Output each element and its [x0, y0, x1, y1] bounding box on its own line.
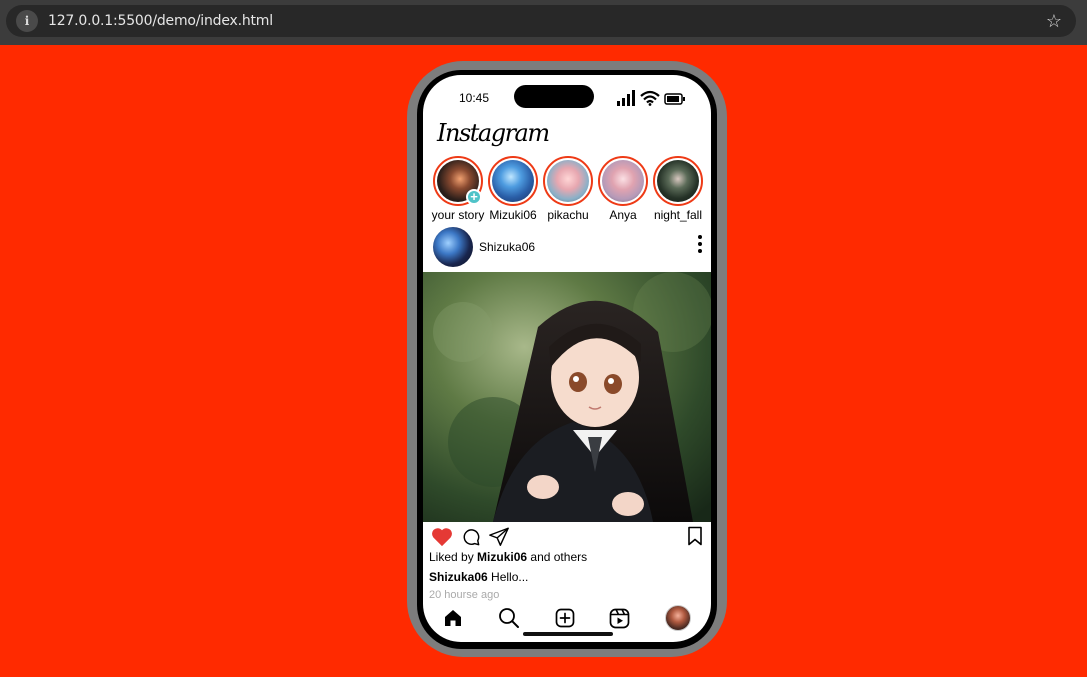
reels-icon[interactable] — [609, 608, 630, 629]
battery-icon — [664, 93, 685, 105]
likes-text: Liked by Mizuki06 and others — [429, 550, 587, 564]
status-time: 10:45 — [459, 91, 490, 105]
likes-prefix: Liked by — [429, 550, 474, 564]
story-your-story[interactable]: + your story — [431, 156, 485, 222]
likes-suffix: and others — [530, 550, 588, 564]
add-story-icon[interactable]: + — [466, 189, 482, 205]
liked-by-user[interactable]: Mizuki06 — [477, 550, 527, 564]
stories-row: + your story Mizuki06 pikachu Anya night… — [431, 156, 705, 222]
bookmark-icon[interactable] — [687, 526, 703, 546]
url-text[interactable]: 127.0.0.1:5500/demo/index.html — [48, 13, 273, 29]
share-send-icon[interactable] — [488, 526, 510, 547]
story-ring — [598, 156, 648, 206]
story-label: night_fall — [653, 208, 703, 222]
post-header: Shizuka06 — [433, 227, 703, 267]
post-time-ago: 20 hourse ago — [429, 589, 500, 601]
story-pikachu[interactable]: pikachu — [541, 156, 595, 222]
story-ring — [543, 156, 593, 206]
home-icon[interactable] — [443, 608, 463, 628]
caption-text: Hello... — [491, 570, 529, 584]
story-anya[interactable]: Anya — [596, 156, 650, 222]
phone-frame: 10:45 Instagram + your story Mizuki06 pi… — [407, 61, 727, 657]
phone-screen: 10:45 Instagram + your story Mizuki06 pi… — [423, 75, 711, 642]
profile-avatar[interactable] — [665, 605, 691, 631]
more-options-icon[interactable] — [697, 235, 703, 255]
bookmark-star-icon[interactable]: ☆ — [1046, 11, 1062, 32]
story-avatar — [547, 160, 589, 202]
post-author-avatar[interactable] — [433, 227, 473, 267]
site-info-icon[interactable]: i — [16, 10, 38, 32]
story-avatar — [657, 160, 699, 202]
story-mizuki06[interactable]: Mizuki06 — [486, 156, 540, 222]
home-indicator[interactable] — [523, 632, 613, 636]
status-icons — [616, 90, 686, 106]
comment-icon[interactable] — [462, 528, 480, 546]
dynamic-island — [514, 85, 594, 108]
story-label: Mizuki06 — [489, 208, 537, 222]
address-bar[interactable]: i 127.0.0.1:5500/demo/index.html ☆ — [6, 5, 1076, 37]
post-actions — [431, 526, 703, 548]
post-author-name[interactable]: Shizuka06 — [479, 240, 535, 254]
story-night-fall[interactable]: night_fall — [651, 156, 705, 222]
browser-toolbar: i 127.0.0.1:5500/demo/index.html ☆ — [0, 0, 1087, 45]
story-avatar — [602, 160, 644, 202]
signal-icon — [617, 90, 635, 106]
story-label: your story — [431, 208, 485, 222]
bottom-nav — [443, 603, 691, 633]
story-label: pikachu — [547, 208, 589, 222]
story-avatar — [492, 160, 534, 202]
story-ring: + — [433, 156, 483, 206]
like-heart-icon[interactable] — [431, 527, 453, 547]
caption-user[interactable]: Shizuka06 — [429, 570, 488, 584]
story-label: Anya — [609, 208, 637, 222]
post-image[interactable] — [423, 272, 711, 522]
create-post-icon[interactable] — [555, 608, 575, 628]
instagram-logo[interactable]: Instagram — [437, 119, 550, 147]
wifi-icon — [640, 90, 660, 106]
story-ring — [653, 156, 703, 206]
phone-bezel: 10:45 Instagram + your story Mizuki06 pi… — [417, 70, 717, 649]
post-caption: Shizuka06 Hello... — [429, 570, 528, 584]
story-ring — [488, 156, 538, 206]
search-icon[interactable] — [498, 607, 520, 629]
